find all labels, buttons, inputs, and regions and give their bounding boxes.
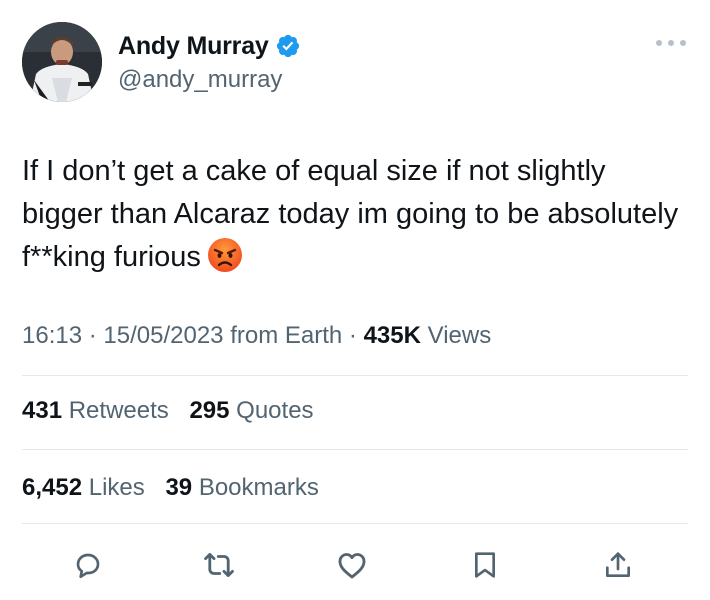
tweet-body: If I don’t get a cake of equal size if n…	[22, 155, 679, 273]
quotes-label: Quotes	[236, 397, 314, 424]
engagement-row-1: 431 Retweets 295 Quotes	[22, 397, 314, 425]
source-label: from Earth	[230, 322, 343, 349]
quotes-count: 295	[189, 397, 230, 424]
retweets-label: Retweets	[68, 397, 169, 424]
avatar[interactable]	[22, 22, 102, 102]
separator: ·	[348, 322, 357, 349]
quotes-stat[interactable]: 295 Quotes	[189, 397, 313, 424]
timestamp-date[interactable]: 15/05/2023	[103, 322, 223, 349]
tweet-meta: 16:13 · 15/05/2023 from Earth · 435K Vie…	[22, 322, 491, 350]
bookmark-icon[interactable]	[465, 545, 505, 585]
timestamp-time[interactable]: 16:13	[22, 322, 82, 349]
like-icon[interactable]	[332, 545, 372, 585]
divider	[22, 449, 688, 450]
divider	[22, 523, 688, 524]
retweet-icon[interactable]	[199, 545, 239, 585]
display-name[interactable]: Andy Murray	[118, 32, 269, 61]
tweet-text: If I don’t get a cake of equal size if n…	[22, 150, 682, 279]
angry-face-icon	[207, 237, 243, 273]
handle[interactable]: @andy_murray	[118, 66, 301, 94]
likes-stat[interactable]: 6,452 Likes	[22, 474, 145, 501]
more-options-icon[interactable]	[656, 36, 686, 50]
bookmarks-stat[interactable]: 39 Bookmarks	[165, 474, 318, 501]
bookmarks-count: 39	[165, 474, 193, 501]
retweets-count: 431	[22, 397, 63, 424]
share-icon[interactable]	[598, 545, 638, 585]
engagement-row-2: 6,452 Likes 39 Bookmarks	[22, 474, 319, 502]
retweets-stat[interactable]: 431 Retweets	[22, 397, 169, 424]
likes-label: Likes	[88, 474, 145, 501]
reply-icon[interactable]	[68, 545, 108, 585]
tweet-header: Andy Murray @andy_murray	[22, 22, 688, 104]
views-label[interactable]: Views	[428, 322, 492, 349]
bookmarks-label: Bookmarks	[198, 474, 319, 501]
views-count[interactable]: 435K	[364, 322, 421, 349]
divider	[22, 375, 688, 376]
likes-count: 6,452	[22, 474, 83, 501]
separator: ·	[88, 322, 97, 349]
verified-badge-icon	[275, 33, 301, 59]
action-bar	[0, 540, 710, 590]
